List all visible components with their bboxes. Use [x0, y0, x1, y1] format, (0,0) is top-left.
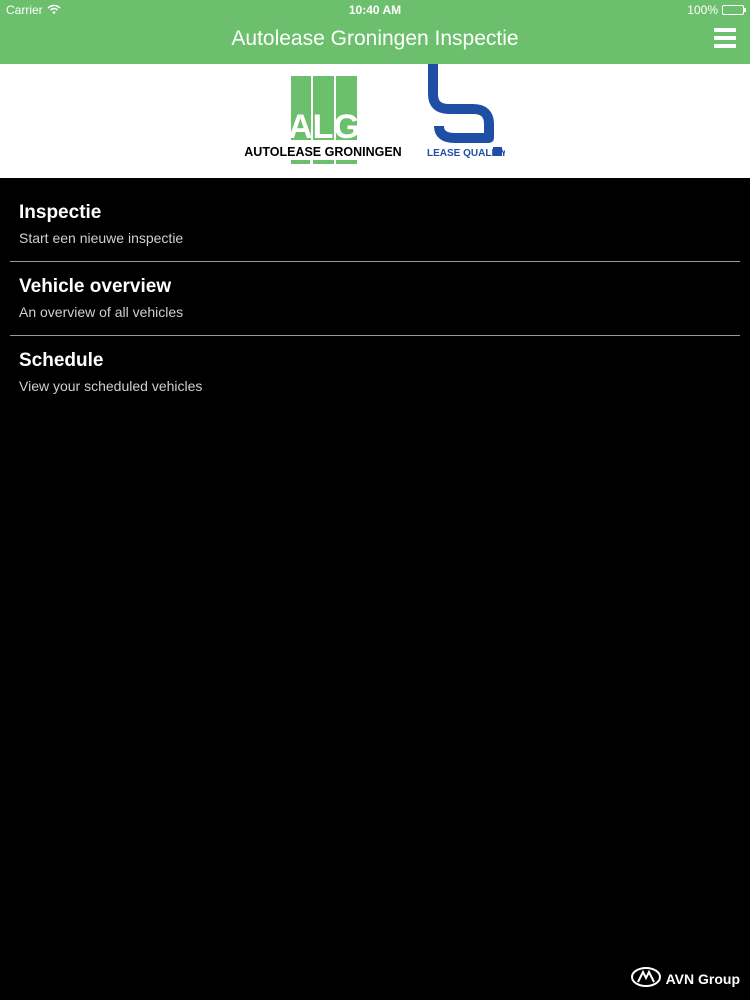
logo-banner: ALG AUTOLEASE GRONINGEN LEASE QUALITY	[0, 64, 750, 178]
alg-name: AUTOLEASE GRONINGEN	[244, 145, 401, 159]
lease-quality-logo: LEASE QUALITY	[425, 64, 507, 159]
avn-logo-icon	[630, 967, 661, 990]
menu-item-subtitle: View your scheduled vehicles	[19, 378, 203, 394]
status-bar: Carrier 10:40 AM 100%	[0, 0, 750, 20]
menu-item-title: Inspectie	[19, 202, 102, 223]
page-title: Autolease Groningen Inspectie	[231, 27, 519, 50]
menu-item-subtitle: An overview of all vehicles	[19, 304, 184, 320]
alg-logo: ALG AUTOLEASE GRONINGEN	[236, 76, 411, 166]
menu-item-title: Vehicle overview	[19, 276, 172, 297]
menu-item-subtitle: Start een nieuwe inspectie	[19, 230, 184, 246]
status-time: 10:40 AM	[348, 3, 402, 17]
menu-item-vehicle-overview[interactable]: Vehicle overview An overview of all vehi…	[10, 262, 740, 336]
menu-item-inspectie[interactable]: Inspectie Start een nieuwe inspectie	[10, 188, 740, 262]
alg-letters: ALG	[288, 108, 360, 146]
avn-brand-label: AVN Group	[665, 970, 740, 987]
hamburger-menu-icon[interactable]	[714, 28, 736, 48]
menu-item-schedule[interactable]: Schedule View your scheduled vehicles	[10, 336, 740, 410]
status-battery: 100%	[687, 3, 746, 17]
app-header: Carrier 10:40 AM 100% Autolease Groninge…	[0, 0, 750, 64]
battery-icon	[722, 5, 746, 15]
avn-group-logo: AVN Group	[630, 967, 740, 990]
menu-item-title: Schedule	[19, 350, 104, 371]
main-menu: Inspectie Start een nieuwe inspectie Veh…	[0, 188, 750, 410]
battery-percent: 100%	[687, 3, 718, 17]
